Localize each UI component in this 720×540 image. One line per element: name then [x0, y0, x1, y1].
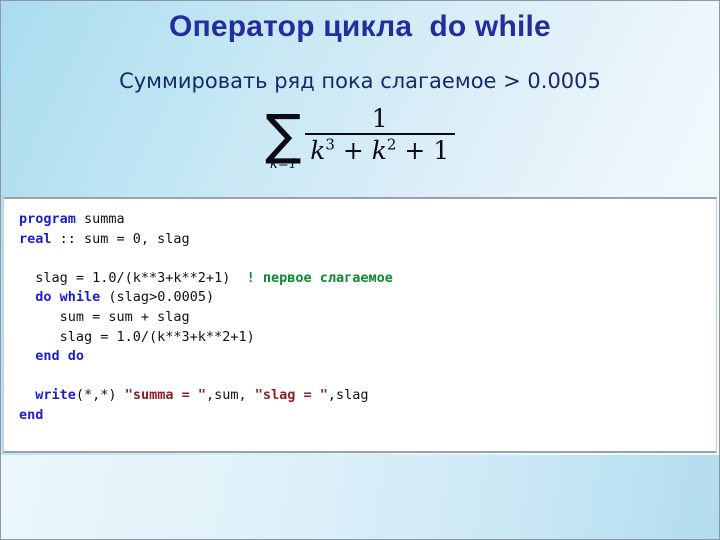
code-string: "summa = "	[124, 387, 206, 404]
code-panel: program summa real :: sum = 0, slag slag…	[3, 197, 717, 453]
fraction-numerator: 1	[371, 104, 388, 133]
denominator-constant: 1	[433, 136, 450, 166]
denominator-term2-base: k	[371, 136, 387, 166]
code-keyword: real	[19, 230, 52, 247]
code-string: "slag = "	[254, 387, 328, 404]
code-line: real :: sum = 0, slag	[19, 231, 190, 247]
code-text: summa	[75, 211, 125, 227]
presentation-slide: Оператор цикла do while Суммировать ряд …	[0, 0, 720, 540]
code-text: sum = sum + slag	[19, 308, 190, 325]
page-title: Оператор цикла do while	[169, 10, 551, 43]
code-line: end do	[19, 348, 84, 364]
summation-operator: ∑ k=1	[265, 103, 302, 173]
summation-lower-limit: k=1	[269, 157, 298, 173]
code-comment: ! первое слагаемое	[246, 269, 393, 286]
code-line: end	[19, 407, 43, 423]
slide-header: Оператор цикла do while Суммировать ряд …	[1, 1, 719, 193]
denominator-operator-1: +	[334, 136, 372, 166]
code-line: program summa	[19, 211, 125, 227]
code-line: slag = 1.0/(k**3+k**2+1)	[19, 329, 255, 345]
code-keyword: program	[19, 211, 76, 227]
denominator-operator-2: +	[396, 136, 434, 166]
code-keyword: end do	[35, 348, 85, 365]
code-listing: program summa real :: sum = 0, slag slag…	[4, 199, 716, 426]
code-text: (*,*)	[75, 387, 125, 404]
code-keyword: write	[35, 387, 76, 404]
fraction-denominator: k3 + k2 + 1	[310, 135, 449, 166]
code-text: slag = 1.0/(k**3+k**2+1)	[19, 269, 247, 286]
code-text: slag = 1.0/(k**3+k**2+1)	[19, 328, 255, 345]
fraction: 1 k3 + k2 + 1	[304, 104, 455, 166]
code-line: do while (slag>0.0005)	[19, 289, 214, 305]
code-text: :: sum = 0, slag	[51, 230, 190, 247]
slide-footer	[1, 455, 719, 539]
denominator-term2-exponent: 2	[386, 135, 397, 154]
code-line: sum = sum + slag	[19, 309, 190, 325]
denominator-term1-base: k	[310, 136, 326, 166]
code-line: write(*,*) "summa = ",sum, "slag = ",sla…	[19, 387, 369, 404]
code-text: ,sum,	[205, 387, 255, 404]
code-line: slag = 1.0/(k**3+k**2+1) ! первое слагае…	[19, 270, 393, 286]
sigma-icon: ∑	[265, 103, 302, 166]
summation-formula: ∑ k=1 1 k3 + k2 + 1	[1, 105, 719, 172]
code-keyword: end	[19, 406, 44, 423]
denominator-term1-exponent: 3	[325, 135, 335, 154]
code-keyword: do while	[35, 289, 101, 306]
code-text: (slag>0.0005)	[100, 289, 215, 306]
code-text: ,slag	[327, 387, 369, 404]
slide-subtitle: Суммировать ряд пока слагаемое > 0.0005	[119, 69, 601, 93]
